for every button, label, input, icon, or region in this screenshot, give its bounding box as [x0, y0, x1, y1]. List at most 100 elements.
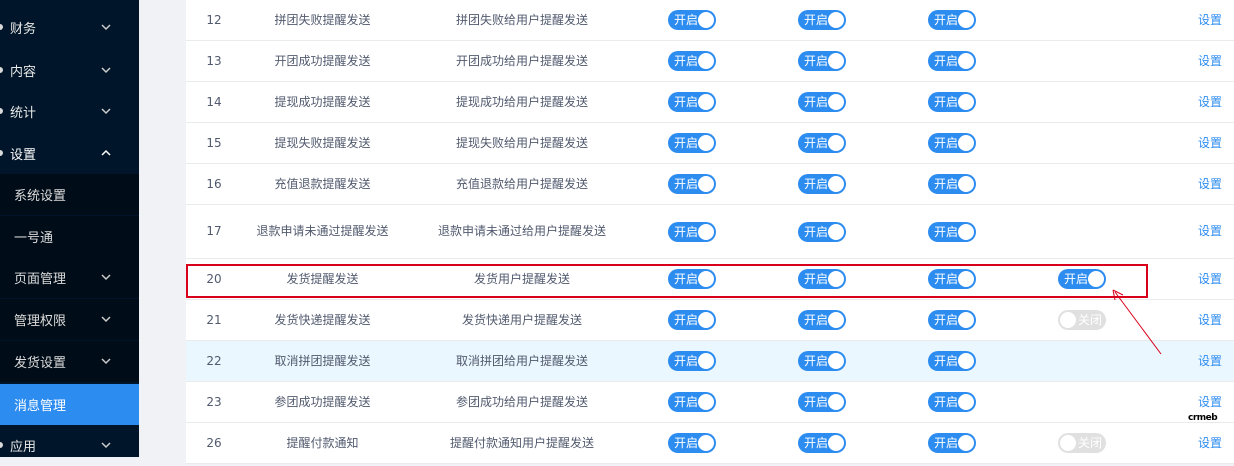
toggle-switch[interactable]: 开启 — [798, 221, 846, 242]
toggle-knob — [828, 435, 844, 451]
menu-dot-icon — [0, 108, 3, 114]
toggle-switch[interactable]: 开启 — [928, 51, 976, 71]
sidebar-item-settings[interactable]: 设置 — [0, 133, 139, 174]
settings-link[interactable]: 设置 — [1198, 271, 1222, 288]
chevron-down-icon — [101, 108, 111, 115]
toggle-label: 开启 — [934, 272, 959, 286]
toggle-switch[interactable]: 开启 — [1058, 269, 1106, 289]
toggle-switch[interactable]: 开启 — [798, 351, 846, 371]
toggle-switch[interactable]: 开启 — [798, 10, 846, 30]
sidebar-item-stats[interactable]: 统计 — [0, 91, 139, 132]
sidebar-subitem-page-management[interactable]: 页面管理 — [0, 257, 139, 298]
toggle-knob — [958, 12, 974, 28]
toggle-switch[interactable]: 开启 — [798, 392, 846, 412]
settings-link[interactable]: 设置 — [1198, 223, 1222, 240]
toggle-label: 开启 — [934, 54, 959, 68]
settings-link[interactable]: 设置 — [1198, 12, 1222, 29]
toggle-switch[interactable]: 开启 — [928, 92, 976, 112]
sidebar-item-finance[interactable]: 财务 — [0, 7, 139, 48]
row-name: 提现成功提醒发送 — [274, 94, 371, 109]
toggle-knob — [828, 394, 844, 410]
toggle-switch[interactable]: 开启 — [928, 392, 976, 412]
toggle-label: 关闭 — [1078, 313, 1103, 327]
settings-link[interactable]: 设置 — [1198, 394, 1222, 411]
toggle-label: 开启 — [934, 224, 959, 239]
toggle-switch[interactable]: 开启 — [668, 269, 716, 289]
toggle-switch[interactable]: 开启 — [798, 310, 846, 330]
toggle-switch[interactable]: 开启 — [928, 221, 976, 242]
toggle-label: 开启 — [934, 95, 959, 109]
toggle-switch[interactable]: 开启 — [798, 133, 846, 153]
sidebar-subitem-message-management[interactable]: 消息管理 — [0, 384, 139, 425]
sidebar-subitem-label: 消息管理 — [14, 399, 67, 414]
annotation-arrow-icon — [1112, 289, 1162, 355]
chevron-down-icon — [101, 24, 111, 31]
toggle-switch[interactable]: 开启 — [668, 392, 716, 412]
toggle-switch[interactable]: 开启 — [668, 433, 716, 453]
sidebar-item-apps[interactable]: 应用 — [0, 425, 139, 466]
settings-link[interactable]: 设置 — [1198, 176, 1222, 193]
chevron-down-icon — [101, 358, 111, 365]
toggle-switch[interactable]: 开启 — [928, 174, 976, 194]
row-id: 26 — [206, 435, 222, 450]
toggle-switch[interactable]: 开启 — [928, 433, 976, 453]
toggle-knob — [828, 135, 844, 151]
toggle-switch[interactable]: 开启 — [668, 351, 716, 371]
toggle-label: 开启 — [934, 436, 959, 450]
sidebar-subitem-permissions[interactable]: 管理权限 — [0, 299, 139, 340]
toggle-switch[interactable]: 开启 — [928, 310, 976, 330]
row-name: 退款申请未通过提醒发送 — [256, 224, 389, 238]
sidebar-subitem-shipping-settings[interactable]: 发货设置 — [0, 341, 139, 382]
toggle-switch[interactable]: 开启 — [668, 51, 716, 71]
toggle-switch[interactable]: 开启 — [798, 51, 846, 71]
toggle-knob — [958, 223, 974, 240]
toggle-label: 开启 — [804, 313, 829, 327]
toggle-label: 开启 — [674, 272, 699, 286]
toggle-switch[interactable]: 关闭 — [1058, 433, 1106, 453]
row-name: 开团成功提醒发送 — [274, 53, 371, 68]
toggle-label: 关闭 — [1078, 436, 1103, 450]
toggle-switch[interactable]: 关闭 — [1058, 310, 1106, 330]
settings-link[interactable]: 设置 — [1198, 312, 1222, 329]
row-id: 23 — [206, 394, 222, 409]
toggle-knob — [698, 271, 714, 287]
sidebar-item-content[interactable]: 内容 — [0, 50, 139, 91]
toggle-switch[interactable]: 开启 — [928, 269, 976, 289]
settings-link[interactable]: 设置 — [1198, 135, 1222, 152]
toggle-label: 开启 — [1064, 272, 1089, 286]
toggle-label: 开启 — [934, 136, 959, 150]
toggle-switch[interactable]: 开启 — [668, 221, 716, 242]
row-name: 拼团失败提醒发送 — [274, 12, 371, 27]
toggle-knob — [698, 353, 714, 369]
toggle-switch[interactable]: 开启 — [798, 269, 846, 289]
toggle-switch[interactable]: 开启 — [668, 10, 716, 30]
toggle-switch[interactable]: 开启 — [798, 174, 846, 194]
toggle-label: 开启 — [804, 436, 829, 450]
toggle-knob — [698, 12, 714, 28]
sidebar-subitem-system-settings[interactable]: 系统设置 — [0, 174, 139, 215]
settings-link[interactable]: 设置 — [1198, 353, 1222, 370]
toggle-switch[interactable]: 开启 — [668, 92, 716, 112]
sidebar-subitem-one-account[interactable]: 一号通 — [0, 216, 139, 257]
toggle-knob — [698, 312, 714, 328]
settings-link[interactable]: 设置 — [1198, 435, 1222, 452]
toggle-switch[interactable]: 开启 — [668, 133, 716, 153]
toggle-switch[interactable]: 开启 — [928, 351, 976, 371]
toggle-label: 开启 — [804, 224, 829, 239]
toggle-switch[interactable]: 开启 — [928, 133, 976, 153]
toggle-switch[interactable]: 开启 — [798, 433, 846, 453]
toggle-knob — [958, 394, 974, 410]
toggle-knob — [698, 135, 714, 151]
toggle-switch[interactable]: 开启 — [668, 310, 716, 330]
settings-link[interactable]: 设置 — [1198, 53, 1222, 70]
row-description: 提醒付款通知用户提醒发送 — [449, 435, 594, 450]
toggle-knob — [958, 353, 974, 369]
toggle-knob — [828, 223, 844, 240]
table-row: 26 提醒付款通知 提醒付款通知用户提醒发送 开启 开启 开启 关闭 设置 — [186, 423, 1234, 464]
toggle-knob — [1060, 312, 1076, 328]
settings-link[interactable]: 设置 — [1198, 94, 1222, 111]
toggle-switch[interactable]: 开启 — [668, 174, 716, 194]
toggle-knob — [828, 176, 844, 192]
toggle-switch[interactable]: 开启 — [798, 92, 846, 112]
toggle-switch[interactable]: 开启 — [928, 10, 976, 30]
